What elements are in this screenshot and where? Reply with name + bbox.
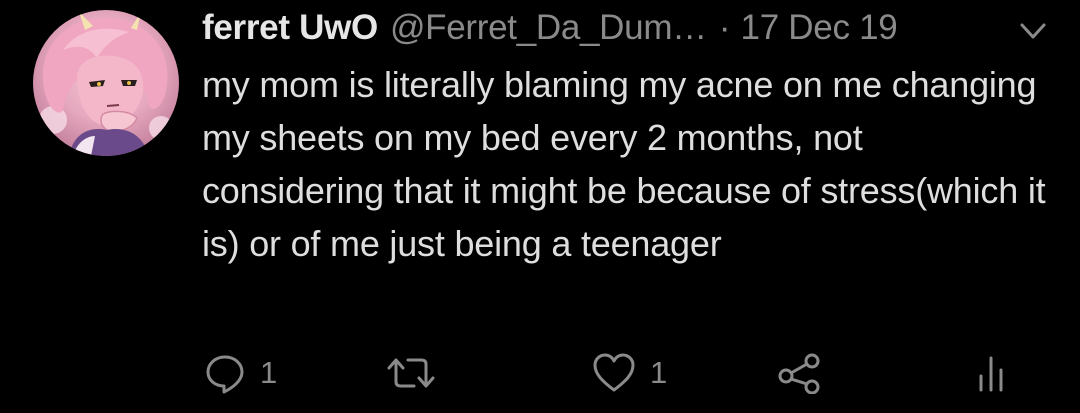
share-icon	[778, 353, 820, 394]
user-handle[interactable]: @Ferret_Da_Dum…	[390, 6, 707, 50]
timestamp[interactable]: 17 Dec 19	[741, 6, 898, 50]
reply-count: 1	[260, 355, 278, 390]
chevron-down-icon[interactable]	[1018, 20, 1048, 42]
share-button[interactable]	[776, 348, 824, 398]
reply-button[interactable]: 1	[204, 348, 277, 398]
display-name[interactable]: ferret UwO	[202, 6, 378, 50]
reply-icon	[206, 355, 244, 394]
retweet-icon	[387, 358, 435, 388]
tweet-text: my mom is literally blaming my acne on m…	[202, 64, 1046, 264]
avatar[interactable]	[33, 10, 179, 156]
like-count: 1	[650, 355, 668, 390]
action-bar: 1 1	[0, 348, 1080, 398]
like-button[interactable]: 1	[592, 348, 667, 398]
tweet-header: ferret UwO @Ferret_Da_Dum… · 17 Dec 19	[202, 6, 898, 50]
analytics-icon	[979, 356, 1003, 392]
retweet-button[interactable]	[386, 348, 436, 398]
separator-dot: ·	[718, 8, 731, 47]
analytics-button[interactable]	[976, 348, 1006, 398]
avatar-image	[39, 12, 173, 156]
tweet-card[interactable]: ferret UwO @Ferret_Da_Dum… · 17 Dec 19 m…	[0, 0, 1080, 413]
heart-icon	[593, 353, 635, 392]
